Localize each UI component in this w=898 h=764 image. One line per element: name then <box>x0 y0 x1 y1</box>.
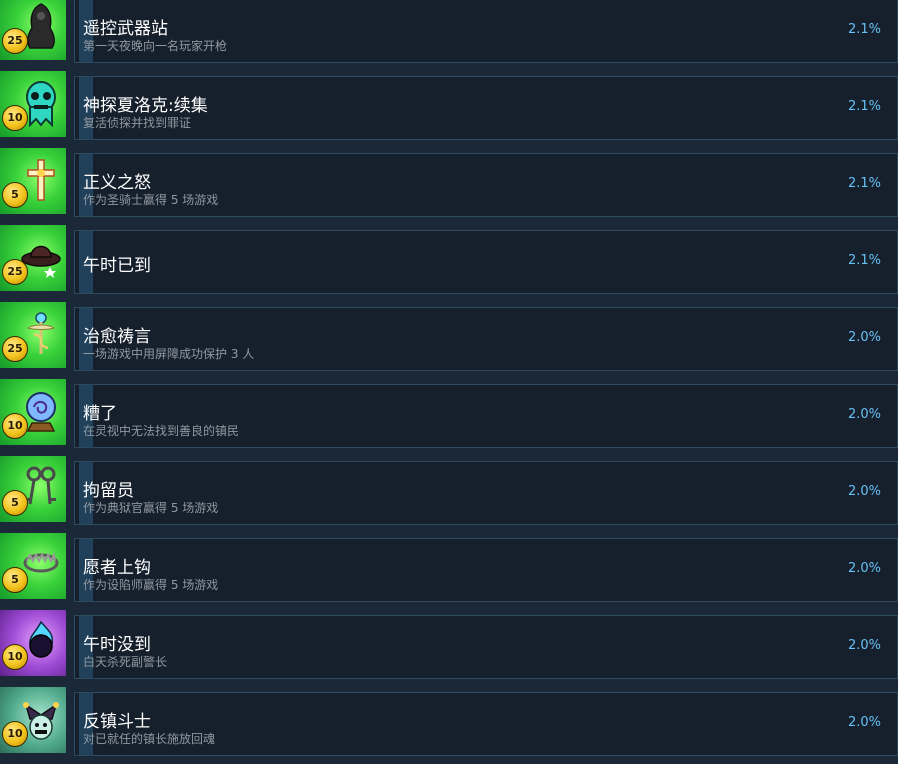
achievement-panel: 遥控武器站 第一天夜晚向一名玩家开枪 2.1% <box>74 0 898 63</box>
achievement-row[interactable]: 5 正义之怒 作为圣骑士赢得 5 场游戏 2.1% <box>0 148 898 219</box>
achievement-description: 复活侦探并找到罪证 <box>83 116 192 130</box>
points-coin: 5 <box>2 490 28 516</box>
achievement-panel: 糟了 在灵视中无法找到善良的镇民 2.0% <box>74 384 898 448</box>
unlock-percentage: 2.0% <box>847 484 881 499</box>
achievement-panel: 治愈祷言 一场游戏中用屏障成功保护 3 人 2.0% <box>74 307 898 371</box>
unlock-percentage: 2.0% <box>847 407 881 422</box>
achievement-icon: 10 <box>0 379 66 445</box>
points-coin: 10 <box>2 105 28 131</box>
achievement-description: 第一天夜晚向一名玩家开枪 <box>83 39 228 53</box>
achievement-row[interactable]: 10 反镇斗士 对已就任的镇长施放回魂 2.0% <box>0 687 898 758</box>
achievement-panel: 神探夏洛克:续集 复活侦探并找到罪证 2.1% <box>74 76 898 140</box>
achievement-icon: 10 <box>0 610 66 676</box>
achievement-title: 午时已到 <box>83 256 151 276</box>
unlock-percentage: 2.0% <box>847 561 881 576</box>
achievement-row[interactable]: 10 神探夏洛克:续集 复活侦探并找到罪证 2.1% <box>0 71 898 142</box>
achievement-icon: 5 <box>0 148 66 214</box>
achievement-row[interactable]: 10 糟了 在灵视中无法找到善良的镇民 2.0% <box>0 379 898 450</box>
achievement-title: 治愈祷言 <box>83 327 151 347</box>
achievement-title: 拘留员 <box>83 481 134 501</box>
points-coin: 10 <box>2 413 28 439</box>
achievement-icon: 10 <box>0 687 66 753</box>
achievement-description: 作为圣骑士赢得 5 场游戏 <box>83 193 219 207</box>
achievement-icon: 25 <box>0 225 66 291</box>
achievement-list: 25 遥控武器站 第一天夜晚向一名玩家开枪 2.1% 10 神探夏洛克:续集 复… <box>0 0 898 764</box>
achievement-panel: 正义之怒 作为圣骑士赢得 5 场游戏 2.1% <box>74 153 898 217</box>
achievement-description: 在灵视中无法找到善良的镇民 <box>83 424 240 438</box>
achievement-row[interactable]: 5 拘留员 作为典狱官赢得 5 场游戏 2.0% <box>0 456 898 527</box>
achievement-description: 一场游戏中用屏障成功保护 3 人 <box>83 347 255 361</box>
achievement-row[interactable]: 25 治愈祷言 一场游戏中用屏障成功保护 3 人 2.0% <box>0 302 898 373</box>
achievement-icon: 25 <box>0 0 66 60</box>
achievement-title: 反镇斗士 <box>83 712 151 732</box>
achievement-row[interactable]: 25 遥控武器站 第一天夜晚向一名玩家开枪 2.1% <box>0 0 898 65</box>
achievement-title: 愿者上钩 <box>83 558 151 578</box>
achievement-panel: 午时没到 白天杀死副警长 2.0% <box>74 615 898 679</box>
unlock-percentage: 2.1% <box>847 99 881 114</box>
points-coin: 5 <box>2 567 28 593</box>
achievement-row[interactable]: 10 午时没到 白天杀死副警长 2.0% <box>0 610 898 681</box>
achievement-panel: 拘留员 作为典狱官赢得 5 场游戏 2.0% <box>74 461 898 525</box>
achievement-panel: 反镇斗士 对已就任的镇长施放回魂 2.0% <box>74 692 898 756</box>
achievement-description: 白天杀死副警长 <box>83 655 168 669</box>
achievement-description: 作为典狱官赢得 5 场游戏 <box>83 501 219 515</box>
achievement-icon: 25 <box>0 302 66 368</box>
unlock-percentage: 2.1% <box>847 22 881 37</box>
achievement-icon: 10 <box>0 71 66 137</box>
achievement-icon: 5 <box>0 533 66 599</box>
achievement-description: 作为设陷师赢得 5 场游戏 <box>83 578 219 592</box>
achievement-icon: 5 <box>0 456 66 522</box>
unlock-percentage: 2.0% <box>847 330 881 345</box>
points-coin: 25 <box>2 336 28 362</box>
unlock-percentage: 2.0% <box>847 715 881 730</box>
achievement-row[interactable]: 25 午时已到 2.1% <box>0 225 898 296</box>
achievement-row[interactable]: 5 愿者上钩 作为设陷师赢得 5 场游戏 2.0% <box>0 533 898 604</box>
achievement-description: 对已就任的镇长施放回魂 <box>83 732 216 746</box>
points-coin: 5 <box>2 182 28 208</box>
achievement-title: 午时没到 <box>83 635 151 655</box>
achievement-panel: 午时已到 2.1% <box>74 230 898 294</box>
unlock-percentage: 2.1% <box>847 176 881 191</box>
achievement-title: 遥控武器站 <box>83 19 168 39</box>
unlock-percentage: 2.1% <box>847 253 881 268</box>
achievement-panel: 愿者上钩 作为设陷师赢得 5 场游戏 2.0% <box>74 538 898 602</box>
achievement-title: 神探夏洛克:续集 <box>83 96 208 116</box>
unlock-percentage: 2.0% <box>847 638 881 653</box>
points-coin: 10 <box>2 644 28 670</box>
points-coin: 25 <box>2 259 28 285</box>
achievement-title: 糟了 <box>83 404 117 424</box>
achievement-title: 正义之怒 <box>83 173 151 193</box>
points-coin: 25 <box>2 28 28 54</box>
points-coin: 10 <box>2 721 28 747</box>
